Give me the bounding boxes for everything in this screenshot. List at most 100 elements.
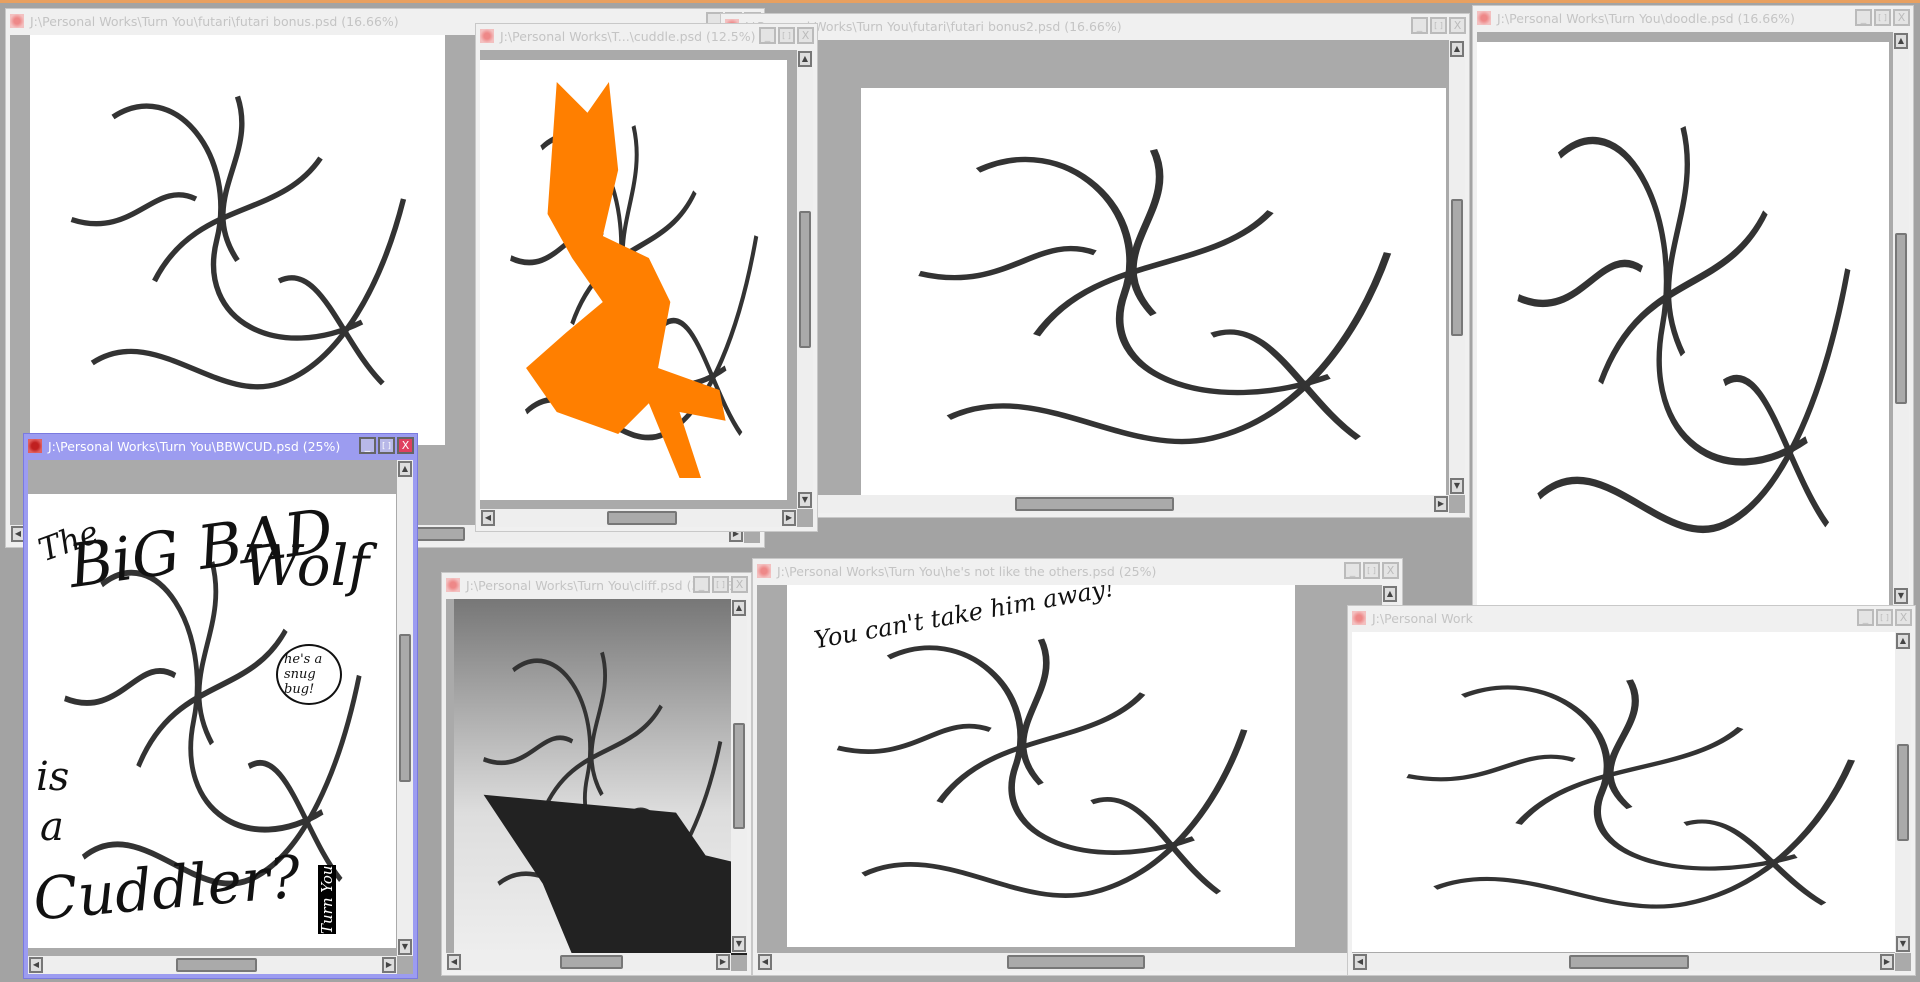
artwork-canvas[interactable]	[1352, 632, 1907, 952]
vertical-scrollbar[interactable]: ▲ ▼	[1895, 632, 1911, 953]
scroll-right-arrow[interactable]: ▶	[1880, 954, 1894, 970]
window-title: J:\Personal Work	[1372, 610, 1473, 626]
scroll-left-arrow[interactable]: ◀	[481, 510, 495, 526]
minimize-button[interactable]: _	[1344, 562, 1361, 579]
window-title: J:\Personal Works\Turn You\BBWCUD.psd (2…	[48, 438, 341, 454]
horizontal-scrollbar[interactable]: ◀ ▶	[1352, 953, 1895, 971]
scroll-down-arrow[interactable]: ▼	[398, 939, 412, 955]
scroll-down-arrow[interactable]: ▼	[1896, 936, 1910, 952]
horizontal-scroll-thumb[interactable]	[560, 955, 623, 969]
minimize-button[interactable]: _	[1857, 609, 1874, 626]
window-title: J:\Personal Works\T...\cuddle.psd (12.5%…	[500, 28, 756, 44]
sketch-drawing	[918, 148, 1392, 445]
document-window-doodle[interactable]: J:\Personal Works\Turn You\doodle.psd (1…	[1472, 5, 1914, 628]
artwork-canvas[interactable]	[30, 35, 445, 445]
close-button[interactable]: X	[1382, 562, 1399, 579]
scroll-up-arrow[interactable]: ▲	[732, 600, 746, 616]
vertical-scroll-thumb[interactable]	[799, 210, 811, 349]
app-icon	[1352, 611, 1366, 625]
artwork-canvas[interactable]: The BiG BAD Wolf is a Cuddler? he's a snug bug…	[28, 494, 396, 948]
minimize-button[interactable]: _	[759, 27, 776, 44]
scroll-up-arrow[interactable]: ▲	[1896, 633, 1910, 649]
window-title: J:\Personal Works\Turn You\he's not like…	[777, 563, 1157, 579]
document-window-bbwcud[interactable]: J:\Personal Works\Turn You\BBWCUD.psd (2…	[23, 433, 418, 979]
maximize-button[interactable]: [ ]	[378, 437, 395, 454]
close-button[interactable]: X	[1893, 9, 1910, 26]
title-bar[interactable]: J:\Personal Works\Turn You\BBWCUD.psd (2…	[24, 434, 417, 458]
title-bar[interactable]: J:\Personal Works\Turn You\he's not like…	[753, 559, 1402, 583]
artwork-canvas[interactable]	[1477, 42, 1889, 610]
artwork-canvas[interactable]	[454, 599, 747, 955]
vertical-scrollbar[interactable]: ▲ ▼	[1893, 32, 1909, 605]
document-window-futari-bonus2[interactable]: J:\Personal Works\Turn You\futari\futari…	[720, 13, 1470, 518]
close-button[interactable]: X	[1895, 609, 1912, 626]
vertical-scrollbar[interactable]: ▲ ▼	[397, 460, 413, 956]
scroll-up-arrow[interactable]: ▲	[1383, 586, 1397, 602]
scroll-up-arrow[interactable]: ▲	[1894, 33, 1908, 49]
scroll-right-arrow[interactable]: ▶	[782, 510, 796, 526]
scroll-right-arrow[interactable]: ▶	[1434, 496, 1448, 512]
vertical-scroll-thumb[interactable]	[1897, 744, 1909, 841]
document-window-not-like-others[interactable]: J:\Personal Works\Turn You\he's not like…	[752, 558, 1403, 976]
title-bar[interactable]: J:\Personal Work _ [ ] X	[1348, 606, 1915, 630]
horizontal-scrollbar[interactable]: ◀ ▶	[28, 956, 397, 974]
scroll-left-arrow[interactable]: ◀	[29, 957, 43, 973]
maximize-button[interactable]: [ ]	[778, 27, 795, 44]
vertical-scroll-thumb[interactable]	[1451, 199, 1463, 336]
maximize-button[interactable]: [ ]	[712, 576, 729, 593]
maximize-button[interactable]: [ ]	[1874, 9, 1891, 26]
app-icon	[10, 14, 24, 28]
horizontal-scroll-thumb[interactable]	[1007, 955, 1145, 969]
scroll-down-arrow[interactable]: ▼	[1450, 478, 1464, 494]
scroll-right-arrow[interactable]: ▶	[716, 954, 730, 970]
document-window-cliff[interactable]: J:\Personal Works\Turn You\cliff.psd (33…	[441, 572, 752, 976]
title-bar[interactable]: J:\Personal Works\T...\cuddle.psd (12.5%…	[476, 24, 817, 48]
horizontal-scrollbar[interactable]: ◀ ▶	[725, 495, 1449, 513]
minimize-button[interactable]: _	[359, 437, 376, 454]
horizontal-scroll-thumb[interactable]	[606, 511, 677, 525]
vertical-scroll-thumb[interactable]	[399, 633, 411, 783]
minimize-button[interactable]: _	[1411, 17, 1428, 34]
app-icon	[757, 564, 771, 578]
horizontal-scroll-thumb[interactable]	[175, 958, 257, 972]
scroll-down-arrow[interactable]: ▼	[1894, 588, 1908, 604]
title-bar[interactable]: J:\Personal Works\Turn You\futari\futari…	[721, 14, 1469, 38]
maximize-button[interactable]: [ ]	[1363, 562, 1380, 579]
horizontal-scrollbar[interactable]: ◀ ▶	[757, 953, 1382, 971]
artwork-canvas[interactable]: You can't take him away!	[787, 585, 1295, 947]
vertical-scrollbar[interactable]: ▲ ▼	[731, 599, 747, 953]
horizontal-scroll-thumb[interactable]	[1569, 955, 1689, 969]
title-bar[interactable]: J:\Personal Works\Turn You\cliff.psd (33…	[442, 573, 751, 597]
minimize-button[interactable]: _	[1855, 9, 1872, 26]
scroll-up-arrow[interactable]: ▲	[798, 51, 812, 67]
scroll-left-arrow[interactable]: ◀	[758, 954, 772, 970]
scroll-up-arrow[interactable]: ▲	[1450, 41, 1464, 57]
document-window-cuddle[interactable]: J:\Personal Works\T...\cuddle.psd (12.5%…	[475, 23, 818, 532]
vertical-scrollbar[interactable]: ▲ ▼	[797, 50, 813, 509]
close-button[interactable]: X	[797, 27, 814, 44]
maximize-button[interactable]: [ ]	[1430, 17, 1447, 34]
vertical-scroll-thumb[interactable]	[1895, 232, 1907, 405]
scroll-right-arrow[interactable]: ▶	[382, 957, 396, 973]
horizontal-scrollbar[interactable]: ◀ ▶	[480, 509, 797, 527]
scroll-up-arrow[interactable]: ▲	[398, 461, 412, 477]
scroll-left-arrow[interactable]: ◀	[447, 954, 461, 970]
minimize-button[interactable]: _	[693, 576, 710, 593]
horizontal-scrollbar[interactable]: ◀ ▶	[446, 953, 731, 971]
maximize-button[interactable]: [ ]	[1876, 609, 1893, 626]
vertical-scrollbar[interactable]: ▲ ▼	[1449, 40, 1465, 495]
close-button[interactable]: X	[397, 437, 414, 454]
title-bar[interactable]: J:\Personal Works\Turn You\doodle.psd (1…	[1473, 6, 1913, 30]
scroll-left-arrow[interactable]: ◀	[1353, 954, 1367, 970]
horizontal-scroll-thumb[interactable]	[1014, 497, 1174, 511]
artwork-canvas[interactable]	[480, 60, 787, 500]
close-button[interactable]: X	[731, 576, 748, 593]
scroll-down-arrow[interactable]: ▼	[798, 492, 812, 508]
document-window-partial[interactable]: J:\Personal Work _ [ ] X ▲ ▼ ◀ ▶	[1347, 605, 1916, 976]
close-button[interactable]: X	[1449, 17, 1466, 34]
scroll-down-arrow[interactable]: ▼	[732, 936, 746, 952]
window-title: J:\Personal Works\Turn You\futari\futari…	[30, 13, 399, 29]
vertical-scroll-thumb[interactable]	[733, 722, 745, 830]
canvas-viewport: ▲ ▼ ◀ ▶	[446, 599, 747, 971]
artwork-canvas[interactable]	[861, 88, 1446, 500]
